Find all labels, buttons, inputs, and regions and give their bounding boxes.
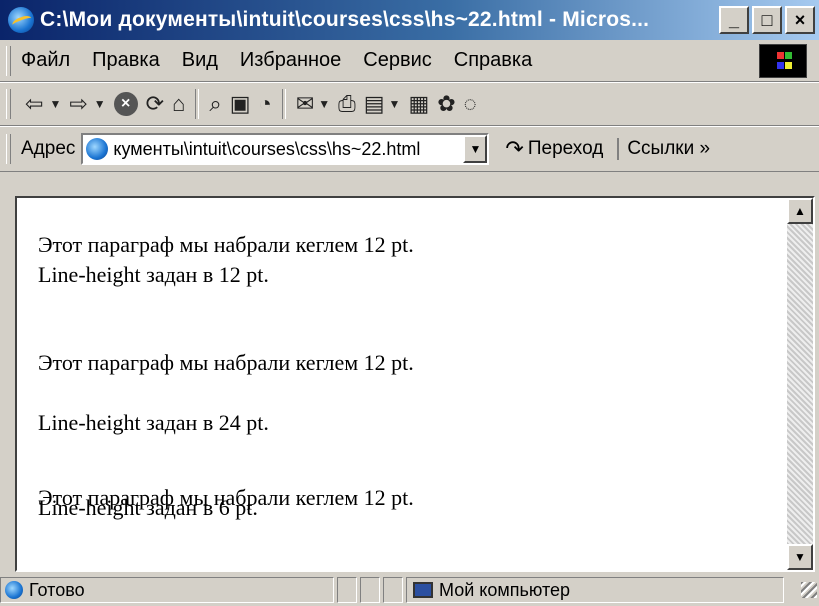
status-zone-panel: Мой компьютер [406, 577, 784, 603]
history-icon[interactable]: ◔ [259, 91, 272, 117]
paragraph-2: Этот параграф мы набрали кеглем 12 pt. L… [38, 348, 414, 438]
page-icon [86, 138, 109, 160]
resize-grip-icon[interactable] [801, 582, 817, 598]
address-dropdown-button[interactable]: ▼ [463, 135, 488, 163]
links-button[interactable]: Ссылки » [617, 138, 710, 160]
menu-favorites[interactable]: Избранное [240, 49, 341, 72]
back-icon[interactable]: ⇦ ▼ [25, 91, 61, 117]
address-value[interactable]: кументы\intuit\courses\css\hs~22.html [113, 139, 463, 160]
status-bar: Готово Мой компьютер [0, 574, 819, 606]
paragraph-1-line-1: Этот параграф мы набрали кеглем 12 pt. [38, 232, 414, 257]
vertical-scrollbar[interactable]: ▲ ▼ [787, 198, 813, 570]
discuss-icon[interactable]: ▦ [408, 91, 429, 117]
menu-tools[interactable]: Сервис [363, 49, 432, 72]
go-button[interactable]: ↷ Переход [505, 136, 603, 162]
status-panel-offline [383, 577, 403, 603]
maximize-button[interactable]: □ [752, 6, 782, 34]
refresh-icon[interactable]: ⟳ [146, 91, 164, 117]
my-computer-icon [413, 582, 433, 598]
scroll-up-button[interactable]: ▲ [787, 198, 813, 224]
window-controls: _ □ × [719, 6, 815, 34]
paragraph-1-line-2: Line-height задан в 12 pt. [38, 262, 269, 287]
edit-icon[interactable]: ▤ ▼ [364, 91, 401, 117]
address-input[interactable]: кументы\intuit\courses\css\hs~22.html ▼ [81, 133, 490, 165]
address-label: Адрес [21, 138, 76, 159]
scroll-down-button[interactable]: ▼ [787, 544, 813, 570]
chat-icon[interactable]: ◌ [464, 91, 477, 117]
stop-icon[interactable]: × [113, 92, 138, 116]
status-text-panel: Готово [0, 577, 334, 603]
toolbar-grip[interactable] [6, 89, 11, 119]
addressbar-grip[interactable] [6, 134, 11, 164]
status-panel-progress [337, 577, 357, 603]
mail-icon[interactable]: ✉ ▼ [296, 91, 330, 117]
paragraph-2-line-1: Этот параграф мы набрали кеглем 12 pt. [38, 350, 414, 375]
toolbar-separator [195, 89, 200, 119]
paragraph-1: Этот параграф мы набрали кеглем 12 pt. L… [38, 230, 414, 290]
paragraph-3: Этот параграф мы набрали кеглем 12 pt. L… [38, 483, 414, 523]
paragraph-2-line-2: Line-height задан в 24 pt. [38, 410, 269, 435]
page-content: Этот параграф мы набрали кеглем 12 pt. L… [17, 198, 787, 570]
page-status-icon [5, 581, 23, 599]
menu-edit[interactable]: Правка [92, 49, 160, 72]
forward-icon[interactable]: ⇨ ▼ [69, 91, 105, 117]
standard-toolbar: ⇦ ▼ ⇨ ▼ × ⟳ ⌂ ⌕ ▣ ◔ ✉ ▼ ⎙ ▤ ▼ ▦ ✿ ◌ [0, 82, 819, 126]
search-icon[interactable]: ⌕ [209, 91, 221, 117]
messenger-icon[interactable]: ✿ [437, 91, 455, 117]
page-viewport: Этот параграф мы набрали кеглем 12 pt. L… [15, 196, 815, 572]
toolbar-separator [281, 89, 286, 119]
browser-window: C:\Мои документы\intuit\courses\css\hs~2… [0, 0, 819, 606]
paragraph-3-line-1: Этот параграф мы набрали кеглем 12 pt. [38, 485, 414, 510]
menu-bar: Файл Правка Вид Избранное Сервис Справка [0, 40, 819, 82]
address-bar: Адрес кументы\intuit\courses\css\hs~22.h… [0, 126, 819, 172]
menu-help[interactable]: Справка [454, 49, 532, 72]
ie-logo-icon [8, 7, 34, 33]
status-text: Готово [29, 579, 85, 600]
go-label: Переход [527, 138, 604, 159]
window-title: C:\Мои документы\intuit\courses\css\hs~2… [40, 8, 650, 31]
close-button[interactable]: × [785, 6, 815, 34]
home-icon[interactable]: ⌂ [172, 91, 185, 117]
menu-file[interactable]: Файл [21, 49, 70, 72]
windows-logo-icon [759, 43, 807, 78]
go-arrow-icon: ↷ [505, 136, 524, 161]
status-panel-security [360, 577, 380, 603]
menu-view[interactable]: Вид [182, 49, 218, 72]
menubar-grip[interactable] [6, 45, 11, 76]
print-icon[interactable]: ⎙ [338, 91, 356, 117]
title-bar[interactable]: C:\Мои документы\intuit\courses\css\hs~2… [0, 0, 819, 40]
minimize-button[interactable]: _ [719, 6, 749, 34]
favorites-icon[interactable]: ▣ [230, 91, 251, 117]
status-zone: Мой компьютер [439, 579, 571, 600]
